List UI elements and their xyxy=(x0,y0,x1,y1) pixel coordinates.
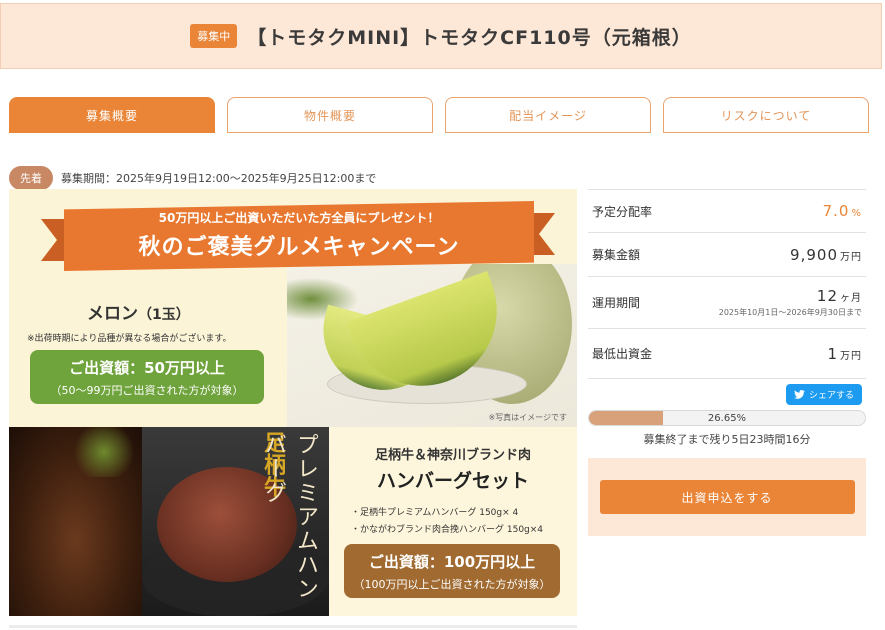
tab-bar: 募集概要 物件概要 配当イメージ リスクについて xyxy=(9,97,869,133)
page-header: 募集中 【トモタクMINI】トモタクCF110号（元箱根） xyxy=(0,3,882,69)
hamburg-amount: ご出資額：100万円以上 xyxy=(368,553,536,571)
hamburg-photo-plated xyxy=(9,427,142,616)
min-number: 1 xyxy=(827,344,838,363)
dividend-unit: % xyxy=(851,208,862,219)
hamburg-photo-skillet: 足柄牛 プレミアムハンバーグ xyxy=(142,427,329,616)
apply-button[interactable]: 出資申込をする xyxy=(599,480,855,514)
ribbon-subtitle: 50万円以上ご出資いただいた方全員にプレゼント！ xyxy=(158,211,440,225)
ribbon-title: 秋のご褒美グルメキャンペーン xyxy=(138,235,460,260)
min-value: 1 万円 xyxy=(827,345,862,363)
tab-recruitment-overview[interactable]: 募集概要 xyxy=(9,97,215,133)
hamburg-item: ・かながわブランド肉合挽ハンバーグ 150g×4 xyxy=(351,525,544,535)
term-label: 運用期間 xyxy=(592,296,641,310)
amount-number: 9,900 xyxy=(790,245,838,264)
fund-info-panel: 予定分配率 7.0% 募集金額 9,900 万円 運用期間 12 ヶ月 2025年1… xyxy=(588,189,866,536)
recruitment-period: 先着 募集期間：2025年9月19日12:00〜2025年9月25日12:00ま… xyxy=(9,166,376,190)
period-text: 募集期間：2025年9月19日12:00〜2025年9月25日12:00まで xyxy=(61,172,377,185)
melon-note: ※出荷時期により品種が異なる場合がございます。 xyxy=(27,334,232,344)
term-value: 12 ヶ月 xyxy=(719,287,862,305)
greens-graphic xyxy=(69,427,139,477)
hamburg-item: ・足柄牛プレミアムハンバーグ 150g× 4 xyxy=(351,508,519,518)
hamburg-items: ・足柄牛プレミアムハンバーグ 150g× 4 ・かながわブランド肉合挽ハンバーグ… xyxy=(351,505,543,539)
term-row: 運用期間 12 ヶ月 2025年10月1日〜2026年9月30日まで xyxy=(588,277,866,329)
term-unit: ヶ月 xyxy=(840,293,862,304)
twitter-bird-icon xyxy=(794,390,805,399)
hamburg-condition: （100万円以上ご出資された方が対象） xyxy=(353,578,551,591)
photo-note: ※写真はイメージです xyxy=(488,413,567,422)
tab-dividend-image[interactable]: 配当イメージ xyxy=(445,97,651,133)
divider xyxy=(9,625,577,628)
amount-unit: 万円 xyxy=(840,251,862,263)
hamburg-section: 足柄牛＆神奈川ブランド肉 ハンバーグセット ・足柄牛プレミアムハンバーグ 150… xyxy=(329,427,577,616)
melon-title: メロン（1玉） xyxy=(87,299,190,324)
share-label: シェアする xyxy=(808,391,854,401)
funding-progress-bar: 26.65% xyxy=(588,410,866,426)
vertical-product-text: プレミアムハンバーグ xyxy=(261,433,318,601)
melon-amount: ご出資額：50万円以上 xyxy=(69,359,225,377)
dividend-label: 予定分配率 xyxy=(592,204,653,219)
first-come-badge: 先着 xyxy=(9,166,53,190)
hamburg-title: ハンバーグセット xyxy=(376,470,529,492)
min-label: 最低出資金 xyxy=(592,347,653,361)
dividend-number: 7.0 xyxy=(822,202,850,220)
melon-qty: （1玉） xyxy=(138,307,190,323)
melon-photo: ※写真はイメージです xyxy=(287,264,577,427)
term-range: 2025年10月1日〜2026年9月30日まで xyxy=(718,308,862,317)
tab-risk[interactable]: リスクについて xyxy=(663,97,869,133)
dividend-row: 予定分配率 7.0% xyxy=(588,189,866,233)
melon-condition: （50〜99万円ご出資された方が対象） xyxy=(50,384,244,397)
amount-label: 募集金額 xyxy=(592,248,641,262)
melon-amount-box: ご出資額：50万円以上 （50〜99万円ご出資された方が対象） xyxy=(30,350,264,404)
status-badge: 募集中 xyxy=(190,24,238,48)
amount-row: 募集金額 9,900 万円 xyxy=(588,233,866,277)
term-number: 12 xyxy=(816,287,838,305)
apply-panel: 出資申込をする xyxy=(588,458,866,536)
remaining-time: 募集終了まで残り5日23時間16分 xyxy=(643,433,811,446)
min-investment-row: 最低出資金 1 万円 xyxy=(588,329,866,379)
amount-value: 9,900 万円 xyxy=(790,246,862,264)
dividend-value: 7.0% xyxy=(823,202,862,220)
hamburg-amount-box: ご出資額：100万円以上 （100万円以上ご出資された方が対象） xyxy=(344,544,560,598)
tab-property-overview[interactable]: 物件概要 xyxy=(227,97,433,133)
hamburg-subtitle: 足柄牛＆神奈川ブランド肉 xyxy=(374,448,531,463)
page-title: 【トモタクMINI】トモタクCF110号（元箱根） xyxy=(247,26,692,49)
share-area: シェアする xyxy=(588,379,866,410)
min-unit: 万円 xyxy=(840,350,862,362)
progress-percent: 26.65% xyxy=(707,412,747,424)
campaign-banner: ※写真はイメージです 50万円以上ご出資いただいた方全員にプレゼント！ 秋のご褒… xyxy=(9,189,577,616)
term-value-stack: 12 ヶ月 2025年10月1日〜2026年9月30日まで xyxy=(719,287,862,318)
twitter-share-button[interactable]: シェアする xyxy=(785,384,862,405)
melon-name: メロン xyxy=(87,304,138,324)
